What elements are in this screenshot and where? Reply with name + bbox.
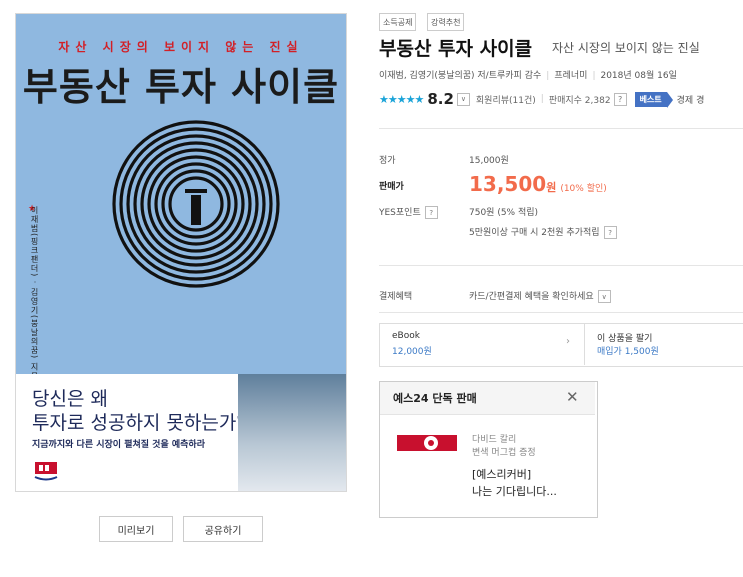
rating-dropdown-icon[interactable]: ∨: [456, 92, 470, 106]
mug-product-image[interactable]: [397, 431, 457, 455]
book-cover[interactable]: 자산 시장의 보이지 않는 진실 부동산 투자 사이클 ★ 이재범(핑크팬더) …: [16, 14, 346, 491]
publisher-logo-icon: [34, 462, 58, 481]
cover-title: 부동산 투자 사이클: [22, 65, 340, 109]
sale-price-label: 판매가: [379, 182, 404, 192]
list-price-value: 15,000원: [469, 156, 509, 166]
ebook-label[interactable]: eBook: [392, 331, 420, 341]
sales-index-help-icon[interactable]: ?: [613, 92, 627, 106]
divider: [379, 128, 743, 129]
points-label: YES포인트?: [379, 205, 438, 219]
payment-benefit[interactable]: 카드/간편결제 혜택을 확인하세요 ∨: [469, 289, 611, 303]
points-extra: 5만원이상 구매 시 2천원 추가적립?: [469, 225, 617, 239]
author-link[interactable]: 이재범, 김영기(붕날의꿈) 저/트루카피 감수: [379, 71, 541, 81]
close-icon[interactable]: ✕: [566, 388, 579, 406]
sale-price-value: 13,500: [469, 172, 547, 196]
cover-buildings-photo: [238, 374, 346, 491]
book-subtitle: 자산 시장의 보이지 않는 진실: [552, 41, 700, 55]
rating-stars-icon: ★★★★★: [379, 92, 424, 106]
promo-book-link-line1[interactable]: [예스리커버]: [472, 466, 531, 482]
ebook-price[interactable]: 12,000원: [392, 344, 432, 357]
cover-tagline: 자산 시장의 보이지 않는 진실: [58, 40, 304, 54]
sale-price-unit: 원: [546, 181, 557, 194]
payment-label: 결제혜택: [379, 292, 413, 302]
publish-date: 2018년 08월 16일: [600, 71, 677, 81]
tag-income-deduction: 소득공제: [379, 13, 417, 31]
promo-item-name-line1: 다비드 칼리: [472, 435, 517, 445]
ebook-panel: [379, 323, 743, 367]
payment-dropdown-icon[interactable]: ∨: [597, 290, 611, 303]
cover-hook-line2: 투자로 성공하지 못하는가?: [32, 412, 247, 434]
divider: [379, 312, 743, 313]
promo-item-name-line2: 변색 머그컵 증정: [472, 448, 536, 458]
cover-hook-line1: 당신은 왜: [32, 388, 108, 410]
book-title: 부동산 투자 사이클: [379, 38, 533, 60]
discount-rate: (10% 할인): [560, 184, 607, 194]
points-value: 750원 (5% 적립): [469, 208, 539, 218]
best-badge: 베스트: [634, 91, 673, 108]
promo-book-link-line2[interactable]: 나는 기다립니다...: [472, 483, 557, 499]
points-help-icon[interactable]: ?: [424, 206, 438, 219]
sale-price: 13,500원 (10% 할인): [469, 172, 607, 196]
publisher-link[interactable]: 프레너미: [554, 71, 587, 81]
buyback-price[interactable]: 매입가 1,500원: [597, 344, 659, 357]
divider: [379, 265, 743, 266]
promo-title: 예스24 단독 판매: [393, 392, 477, 405]
points-extra-help-icon[interactable]: ?: [603, 226, 617, 239]
list-price-label: 정가: [379, 156, 396, 166]
cover-subline: 지금까지와 다른 시장이 펼쳐질 것을 예측하라: [32, 440, 205, 450]
tag-strong-recommend: 강력추천: [427, 13, 465, 31]
sales-index: 판매지수 2,382: [548, 95, 611, 106]
divider: [584, 323, 585, 365]
preview-button[interactable]: 미리보기: [99, 516, 173, 542]
chevron-right-icon[interactable]: ›: [566, 336, 570, 347]
book-meta: 이재범, 김영기(붕날의꿈) 저/트루카피 감수 | 프레너미 | 2018년 08월 …: [379, 71, 677, 81]
share-button[interactable]: 공유하기: [183, 516, 263, 542]
rating-score: 8.2: [427, 90, 454, 108]
cover-spiral-art: [112, 120, 280, 288]
sell-this-label[interactable]: 이 상품을 팔기: [597, 331, 652, 344]
rating-row: ★★★★★ 8.2 ∨ 회원리뷰(11건) | 판매지수 2,382 ? 베스트…: [379, 90, 705, 108]
best-category-link[interactable]: 경제 경: [677, 93, 705, 106]
review-count-link[interactable]: 회원리뷰(11건): [476, 93, 536, 106]
